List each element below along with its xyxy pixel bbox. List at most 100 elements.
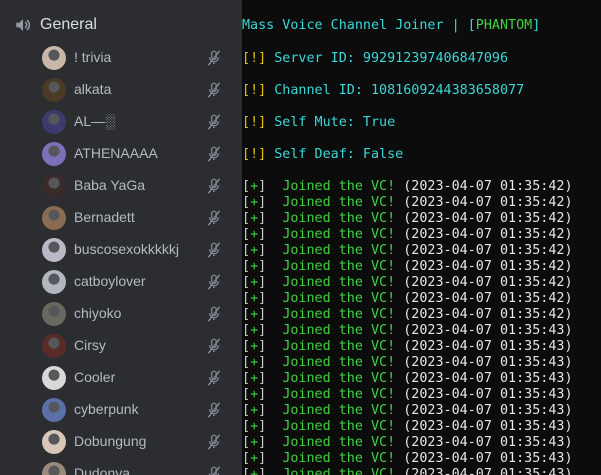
log-message: Joined the VC! (282, 291, 396, 306)
avatar (42, 78, 66, 102)
log-line: [+] Joined the VC! (2023-04-07 01:35:42) (242, 211, 573, 226)
log-line: [+] Joined the VC! (2023-04-07 01:35:42) (242, 243, 573, 258)
voice-user[interactable]: ! trivia (0, 42, 242, 74)
voice-user[interactable]: Bernadett (0, 202, 242, 234)
mic-muted-icon (205, 145, 223, 163)
speaker-icon (14, 16, 32, 34)
console-output: Mass Voice Channel Joiner | [PHANTOM] [!… (242, 0, 601, 475)
log-message: Joined the VC! (282, 467, 396, 475)
log-line: [+] Joined the VC! (2023-04-07 01:35:43) (242, 355, 573, 370)
voice-user-name: ATHENAAAA (74, 145, 158, 161)
log-timestamp: (2023-04-07 01:35:42) (403, 291, 573, 306)
log-message: Joined the VC! (282, 403, 396, 418)
log-timestamp: (2023-04-07 01:35:43) (403, 451, 573, 466)
self-deaf-line: [!] Self Deaf: False (242, 147, 404, 162)
log-line: [+] Joined the VC! (2023-04-07 01:35:43) (242, 435, 573, 450)
join-log: [+] Joined the VC! (2023-04-07 01:35:42)… (242, 179, 573, 475)
voice-user[interactable]: Dudonya (0, 458, 242, 475)
voice-user[interactable]: alkata (0, 74, 242, 106)
log-line: [+] Joined the VC! (2023-04-07 01:35:43) (242, 467, 573, 475)
log-message: Joined the VC! (282, 451, 396, 466)
avatar (42, 462, 66, 475)
voice-user-name: AL—░ (74, 113, 116, 129)
title-tag: PHANTOM (475, 18, 533, 33)
mic-muted-icon (205, 241, 223, 259)
self-mute-line: [!] Self Mute: True (242, 115, 396, 130)
channel-id-line: [!] Channel ID: 1081609244383658077 (242, 83, 525, 98)
log-line: [+] Joined the VC! (2023-04-07 01:35:42) (242, 195, 573, 210)
voice-user-name: alkata (74, 81, 112, 97)
log-message: Joined the VC! (282, 339, 396, 354)
log-timestamp: (2023-04-07 01:35:43) (403, 355, 573, 370)
log-timestamp: (2023-04-07 01:35:43) (403, 419, 573, 434)
mic-muted-icon (205, 273, 223, 291)
log-line: [+] Joined the VC! (2023-04-07 01:35:42) (242, 227, 573, 242)
log-timestamp: (2023-04-07 01:35:42) (403, 243, 573, 258)
log-message: Joined the VC! (282, 259, 396, 274)
mic-muted-icon (205, 337, 223, 355)
voice-user[interactable]: catboylover (0, 266, 242, 298)
mic-muted-icon (205, 177, 223, 195)
log-line: [+] Joined the VC! (2023-04-07 01:35:43) (242, 323, 573, 338)
avatar (42, 46, 66, 70)
log-timestamp: (2023-04-07 01:35:43) (403, 435, 573, 450)
avatar (42, 206, 66, 230)
log-message: Joined the VC! (282, 211, 396, 226)
mic-muted-icon (205, 401, 223, 419)
avatar (42, 110, 66, 134)
voice-channel-panel: General ! trivia alkata AL—░ ATHENAAAA Baba … (0, 0, 242, 475)
voice-user[interactable]: chiyoko (0, 298, 242, 330)
log-message: Joined the VC! (282, 307, 396, 322)
voice-user[interactable]: ATHENAAAA (0, 138, 242, 170)
mic-muted-icon (205, 49, 223, 67)
log-timestamp: (2023-04-07 01:35:42) (403, 275, 573, 290)
log-timestamp: (2023-04-07 01:35:43) (403, 387, 573, 402)
voice-user-list: ! trivia alkata AL—░ ATHENAAAA Baba YaGa Bern… (0, 42, 242, 475)
log-timestamp: (2023-04-07 01:35:43) (403, 339, 573, 354)
console-title: Mass Voice Channel Joiner | [PHANTOM] (242, 18, 541, 33)
log-timestamp: (2023-04-07 01:35:42) (403, 179, 573, 194)
log-message: Joined the VC! (282, 179, 396, 194)
avatar (42, 334, 66, 358)
log-line: [+] Joined the VC! (2023-04-07 01:35:43) (242, 339, 573, 354)
voice-user[interactable]: Cirsy (0, 330, 242, 362)
avatar (42, 174, 66, 198)
log-message: Joined the VC! (282, 227, 396, 242)
voice-channel-header[interactable]: General (14, 12, 97, 38)
log-timestamp: (2023-04-07 01:35:43) (403, 467, 573, 475)
avatar (42, 398, 66, 422)
log-message: Joined the VC! (282, 323, 396, 338)
voice-user[interactable]: Dobungung (0, 426, 242, 458)
log-line: [+] Joined the VC! (2023-04-07 01:35:43) (242, 371, 573, 386)
log-message: Joined the VC! (282, 371, 396, 386)
avatar (42, 430, 66, 454)
log-line: [+] Joined the VC! (2023-04-07 01:35:43) (242, 403, 573, 418)
avatar (42, 302, 66, 326)
log-message: Joined the VC! (282, 419, 396, 434)
voice-channel-name: General (40, 16, 97, 33)
log-message: Joined the VC! (282, 355, 396, 370)
log-message: Joined the VC! (282, 195, 396, 210)
log-timestamp: (2023-04-07 01:35:42) (403, 259, 573, 274)
mic-muted-icon (205, 433, 223, 451)
voice-user[interactable]: AL—░ (0, 106, 242, 138)
log-line: [+] Joined the VC! (2023-04-07 01:35:43) (242, 387, 573, 402)
voice-user[interactable]: Baba YaGa (0, 170, 242, 202)
mic-muted-icon (205, 465, 223, 475)
voice-user[interactable]: cyberpunk (0, 394, 242, 426)
voice-user-name: buscosexokkkkkj (74, 241, 180, 257)
voice-user[interactable]: buscosexokkkkkj (0, 234, 242, 266)
avatar (42, 142, 66, 166)
server-id-line: [!] Server ID: 992912397406847096 (242, 51, 509, 66)
log-message: Joined the VC! (282, 387, 396, 402)
log-message: Joined the VC! (282, 243, 396, 258)
log-timestamp: (2023-04-07 01:35:43) (403, 403, 573, 418)
log-line: [+] Joined the VC! (2023-04-07 01:35:42) (242, 291, 573, 306)
avatar (42, 366, 66, 390)
mic-muted-icon (205, 209, 223, 227)
voice-user-name: Bernadett (74, 209, 135, 225)
log-message: Joined the VC! (282, 435, 396, 450)
voice-user-name: Cooler (74, 369, 116, 385)
voice-user[interactable]: Cooler (0, 362, 242, 394)
log-line: [+] Joined the VC! (2023-04-07 01:35:42) (242, 259, 573, 274)
